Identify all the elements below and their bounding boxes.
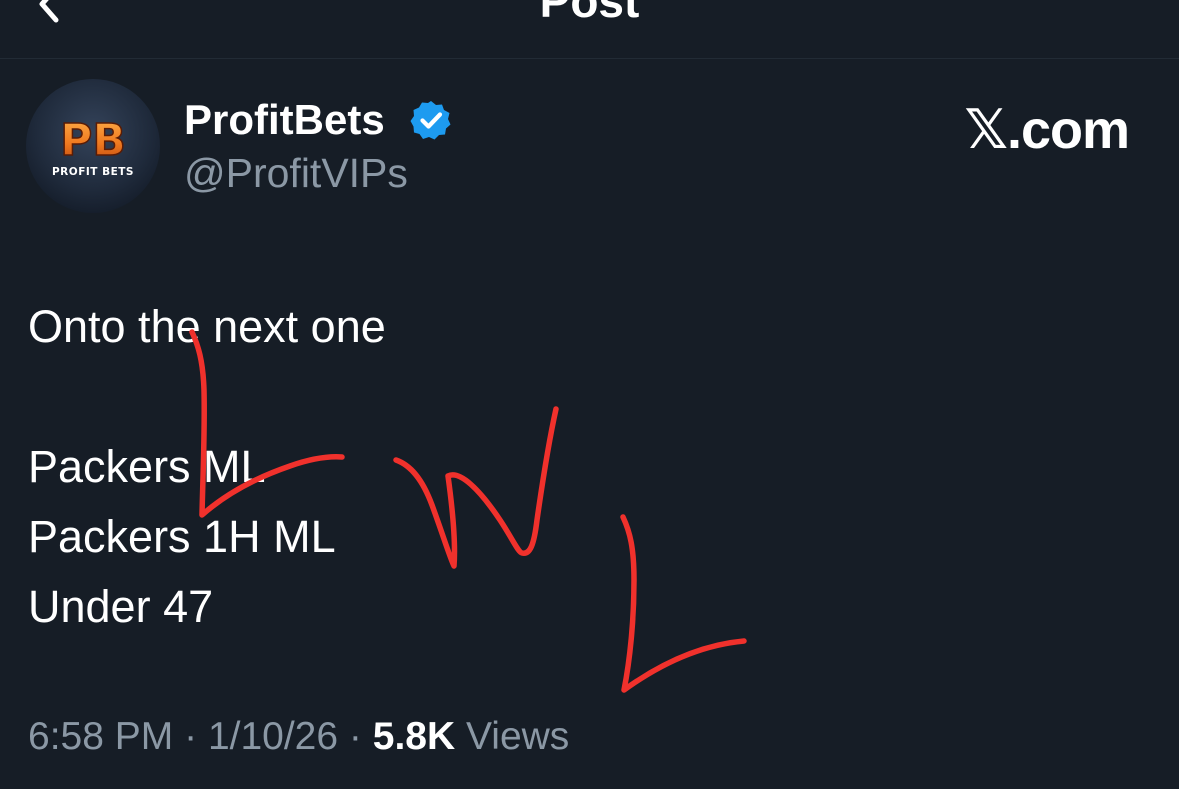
- handwritten-w-mark: [393, 406, 559, 569]
- top-navigation-bar: Post: [0, 0, 1179, 59]
- views-count[interactable]: 5.8K: [373, 715, 455, 758]
- x-com-watermark: 𝕏.com: [964, 100, 1130, 160]
- meta-separator: ·: [348, 715, 362, 758]
- logo-caption: PROFIT BETS: [52, 166, 134, 178]
- post-text-line: [28, 362, 386, 432]
- views-label[interactable]: Views: [466, 715, 569, 758]
- post-metadata: 6:58 PM · 1/10/26 · 5.8K Views: [28, 712, 569, 762]
- post-text-line: Packers ML: [28, 441, 266, 492]
- logo-letters: PB: [60, 115, 126, 166]
- meta-separator: ·: [184, 715, 198, 758]
- screen-title: Post: [539, 0, 640, 27]
- avatar[interactable]: PB PROFIT BETS: [26, 79, 160, 213]
- post-time: 6:58 PM: [28, 715, 174, 758]
- verified-badge-icon: [410, 101, 451, 140]
- handwritten-l-mark: [620, 514, 747, 693]
- user-handle[interactable]: @ProfitVIPs: [184, 150, 408, 196]
- post-text: Onto the next one Packers ML Packers 1H …: [28, 292, 386, 642]
- post-text-line: Onto the next one: [28, 301, 386, 352]
- profitbets-logo: PB PROFIT BETS: [52, 114, 134, 178]
- post-text-line: Under 47: [28, 581, 214, 632]
- post-date: 1/10/26: [207, 715, 339, 758]
- display-name[interactable]: ProfitBets: [184, 96, 385, 144]
- post-text-line: Packers 1H ML: [28, 511, 336, 562]
